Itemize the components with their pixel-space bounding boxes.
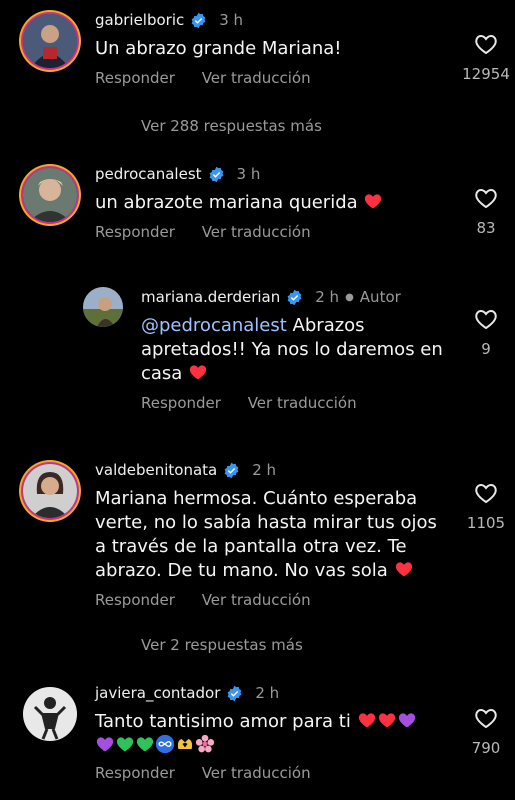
reply-button[interactable]: Responder bbox=[141, 394, 221, 412]
translate-button[interactable]: Ver traducción bbox=[202, 764, 311, 782]
separator-dot: ● bbox=[345, 291, 354, 303]
comment-text-line: apretados!! Ya nos lo daremos en bbox=[141, 339, 443, 360]
avatar-image bbox=[23, 168, 77, 222]
red-heart-emoji-icon bbox=[358, 713, 375, 728]
like-control: 1105 bbox=[456, 482, 515, 532]
timestamp: 2 h bbox=[315, 288, 340, 306]
verified-badge-icon bbox=[287, 289, 302, 305]
username[interactable]: mariana.derderian bbox=[141, 288, 280, 306]
avatar-image bbox=[23, 464, 77, 518]
like-control: 12954 bbox=[456, 33, 515, 83]
view-more-replies[interactable]: Ver 288 respuestas más bbox=[141, 117, 322, 135]
username[interactable]: pedrocanalest bbox=[95, 165, 202, 183]
avatar-image bbox=[23, 687, 77, 741]
comment-text-line: abrazo. De tu mano. No vas sola bbox=[95, 560, 388, 581]
author-tag: Autor bbox=[359, 288, 401, 306]
red-heart-emoji-icon bbox=[189, 365, 207, 380]
purple-heart-emoji-icon bbox=[96, 737, 114, 752]
comment-text: un abrazote mariana querida bbox=[95, 192, 358, 213]
username[interactable]: valdebenitonata bbox=[95, 461, 217, 479]
timestamp: 3 h bbox=[219, 11, 244, 29]
cherry-blossom-emoji-icon bbox=[195, 734, 215, 753]
avatar[interactable] bbox=[23, 464, 77, 518]
translate-button[interactable]: Ver traducción bbox=[202, 69, 311, 87]
comment-text: Tanto tantisimo amor para ti bbox=[95, 711, 351, 732]
red-heart-emoji-icon bbox=[395, 562, 412, 577]
username[interactable]: gabrielboric bbox=[95, 11, 184, 29]
avatar-image bbox=[23, 14, 77, 68]
red-heart-emoji-icon bbox=[365, 194, 382, 209]
verified-badge-icon bbox=[228, 685, 242, 701]
comment-text: Un abrazo grande Mariana! bbox=[95, 38, 342, 59]
comment-text-line: casa bbox=[141, 363, 183, 384]
timestamp: 2 h bbox=[255, 684, 280, 702]
green-heart-emoji-icon bbox=[116, 737, 134, 752]
translate-button[interactable]: Ver traducción bbox=[202, 591, 311, 609]
purple-heart-emoji-icon bbox=[398, 713, 415, 728]
likes-count: 12954 bbox=[462, 65, 510, 83]
likes-count: 1105 bbox=[466, 514, 506, 532]
heart-icon[interactable] bbox=[474, 707, 498, 729]
avatar[interactable] bbox=[23, 168, 77, 222]
heart-icon[interactable] bbox=[474, 187, 498, 209]
likes-count: 83 bbox=[476, 219, 496, 237]
avatar[interactable] bbox=[23, 14, 77, 68]
comment-text-line: Mariana hermosa. Cuánto esperaba bbox=[95, 488, 418, 509]
reply-button[interactable]: Responder bbox=[95, 764, 175, 782]
likes-count: 9 bbox=[481, 340, 491, 358]
heart-icon[interactable] bbox=[474, 482, 498, 504]
avatar[interactable] bbox=[83, 287, 123, 327]
red-heart-emoji-icon bbox=[378, 713, 395, 728]
infinity-emoji-icon bbox=[155, 734, 175, 754]
verified-badge-icon bbox=[191, 12, 206, 28]
like-control: 9 bbox=[456, 308, 515, 358]
mention-link[interactable]: @pedrocanalest bbox=[141, 315, 287, 336]
heart-icon[interactable] bbox=[474, 308, 498, 330]
timestamp: 3 h bbox=[236, 165, 261, 183]
avatar[interactable] bbox=[23, 687, 77, 741]
avatar-image bbox=[83, 287, 123, 327]
username[interactable]: javiera_contador bbox=[95, 684, 220, 702]
reply-button[interactable]: Responder bbox=[95, 69, 175, 87]
heart-hands-emoji-icon bbox=[177, 739, 193, 749]
view-more-replies[interactable]: Ver 2 respuestas más bbox=[141, 636, 303, 654]
likes-count: 790 bbox=[471, 739, 501, 757]
like-control: 790 bbox=[456, 707, 515, 757]
comment-text-line: Abrazos bbox=[286, 315, 365, 336]
comment-text-line: verte, no lo sabía hasta mirar tus ojos bbox=[95, 512, 437, 533]
translate-button[interactable]: Ver traducción bbox=[248, 394, 357, 412]
green-heart-emoji-icon bbox=[136, 737, 154, 752]
verified-badge-icon bbox=[224, 462, 239, 478]
verified-badge-icon bbox=[209, 166, 223, 182]
like-control: 83 bbox=[456, 187, 515, 237]
comment-text-line: a través de la pantalla otra vez. Te bbox=[95, 536, 407, 557]
translate-button[interactable]: Ver traducción bbox=[202, 223, 311, 241]
reply-button[interactable]: Responder bbox=[95, 591, 175, 609]
reply-button[interactable]: Responder bbox=[95, 223, 175, 241]
heart-icon[interactable] bbox=[474, 33, 498, 55]
timestamp: 2 h bbox=[252, 461, 277, 479]
